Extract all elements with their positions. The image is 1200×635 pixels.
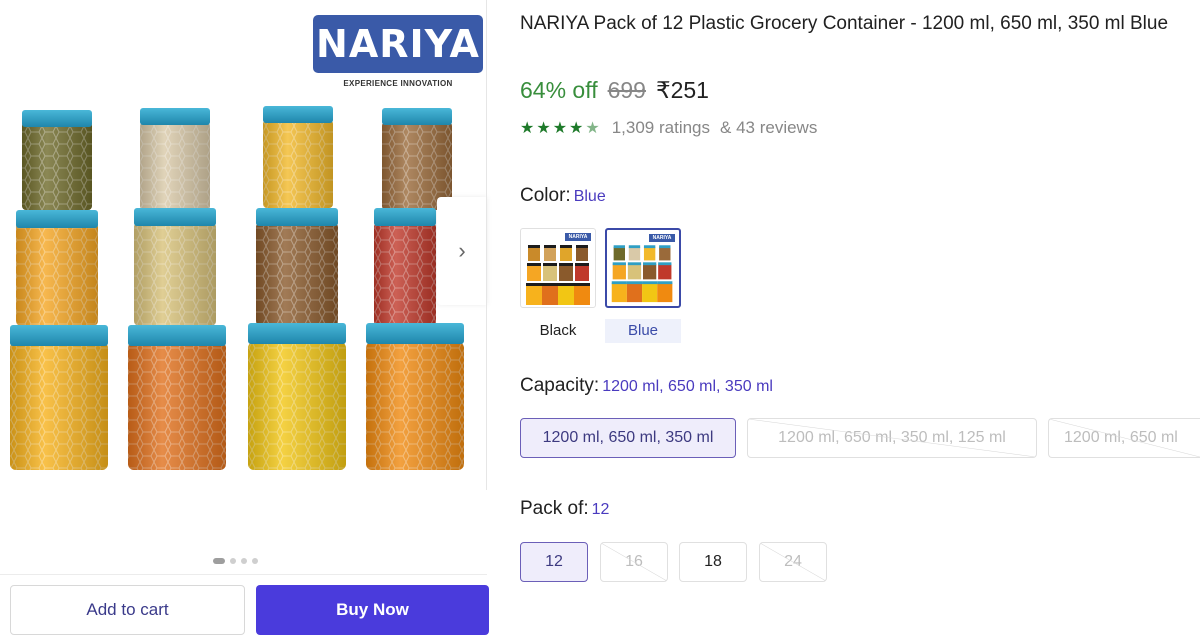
pack-option[interactable]: 24	[759, 542, 827, 582]
brand-logo: NARIYA EXPERIENCE INNOVATION	[313, 15, 483, 90]
color-swatch-blue[interactable]: NARIYA	[605, 228, 681, 308]
capacity-option[interactable]: 1200 ml, 650 ml	[1048, 418, 1200, 458]
capacity-option[interactable]: 1200 ml, 650 ml, 350 ml	[520, 418, 736, 458]
discount-percent: 64% off	[520, 77, 598, 103]
selling-price: ₹251	[655, 77, 709, 103]
color-selected-value: Blue	[573, 188, 606, 205]
star-rating: ★ ★ ★ ★ ★	[520, 118, 600, 138]
carousel-dot[interactable]	[213, 558, 225, 564]
color-label: Color:	[520, 185, 571, 206]
product-title: NARIYA Pack of 12 Plastic Grocery Contai…	[520, 13, 1169, 34]
pack-label: Pack of:	[520, 498, 589, 519]
capacity-option[interactable]: 1200 ml, 650 ml, 350 ml, 125 ml	[747, 418, 1037, 458]
original-price: 699	[607, 77, 646, 103]
pack-option[interactable]: 16	[600, 542, 668, 582]
color-swatch-black[interactable]: NARIYA	[520, 228, 596, 308]
chevron-right-icon: ›	[458, 238, 466, 263]
capacity-selected-value: 1200 ml, 650 ml, 350 ml	[602, 378, 773, 395]
price-row: 64% off 699 ₹251	[520, 77, 709, 104]
carousel-dot[interactable]	[230, 558, 236, 564]
half-star-icon: ★	[585, 120, 600, 137]
color-option-label[interactable]: Black	[520, 319, 596, 343]
rating-row[interactable]: ★ ★ ★ ★ ★ 1,309 ratings & 43 reviews	[520, 118, 817, 138]
capacity-section-label: Capacity: 1200 ml, 650 ml, 350 ml	[520, 375, 773, 397]
star-icon: ★	[569, 120, 584, 137]
star-icon: ★	[536, 120, 551, 137]
ratings-count: 1,309 ratings	[611, 118, 711, 137]
action-bar: Add to cart Buy Now	[0, 574, 489, 635]
star-icon: ★	[520, 120, 535, 137]
product-details: NARIYA Pack of 12 Plastic Grocery Contai…	[520, 0, 1200, 635]
pack-option[interactable]: 18	[679, 542, 747, 582]
add-to-cart-button[interactable]: Add to cart	[10, 585, 245, 635]
gallery-divider	[486, 0, 487, 490]
carousel-dot[interactable]	[241, 558, 247, 564]
reviews-count: & 43 reviews	[720, 118, 818, 137]
brand-logo-mini: NARIYA	[565, 233, 591, 241]
product-gallery: NARIYA EXPERIENCE INNOVATION › Add to ca…	[0, 0, 489, 635]
brand-logo-mini: NARIYA	[649, 234, 675, 242]
pack-selected-value: 12	[591, 501, 610, 518]
brand-tagline: EXPERIENCE INNOVATION	[343, 79, 453, 88]
pack-option[interactable]: 12	[520, 542, 588, 582]
pack-section-label: Pack of: 12	[520, 498, 609, 520]
star-icon: ★	[552, 120, 568, 137]
color-option-label[interactable]: Blue	[605, 319, 681, 343]
capacity-label: Capacity:	[520, 375, 600, 396]
color-section-label: Color: Blue	[520, 185, 606, 207]
brand-logo-text: NARIYA	[313, 15, 483, 73]
carousel-dots	[213, 558, 258, 564]
buy-now-button[interactable]: Buy Now	[256, 585, 489, 635]
next-image-button[interactable]: ›	[437, 197, 487, 305]
carousel-dot[interactable]	[252, 558, 258, 564]
